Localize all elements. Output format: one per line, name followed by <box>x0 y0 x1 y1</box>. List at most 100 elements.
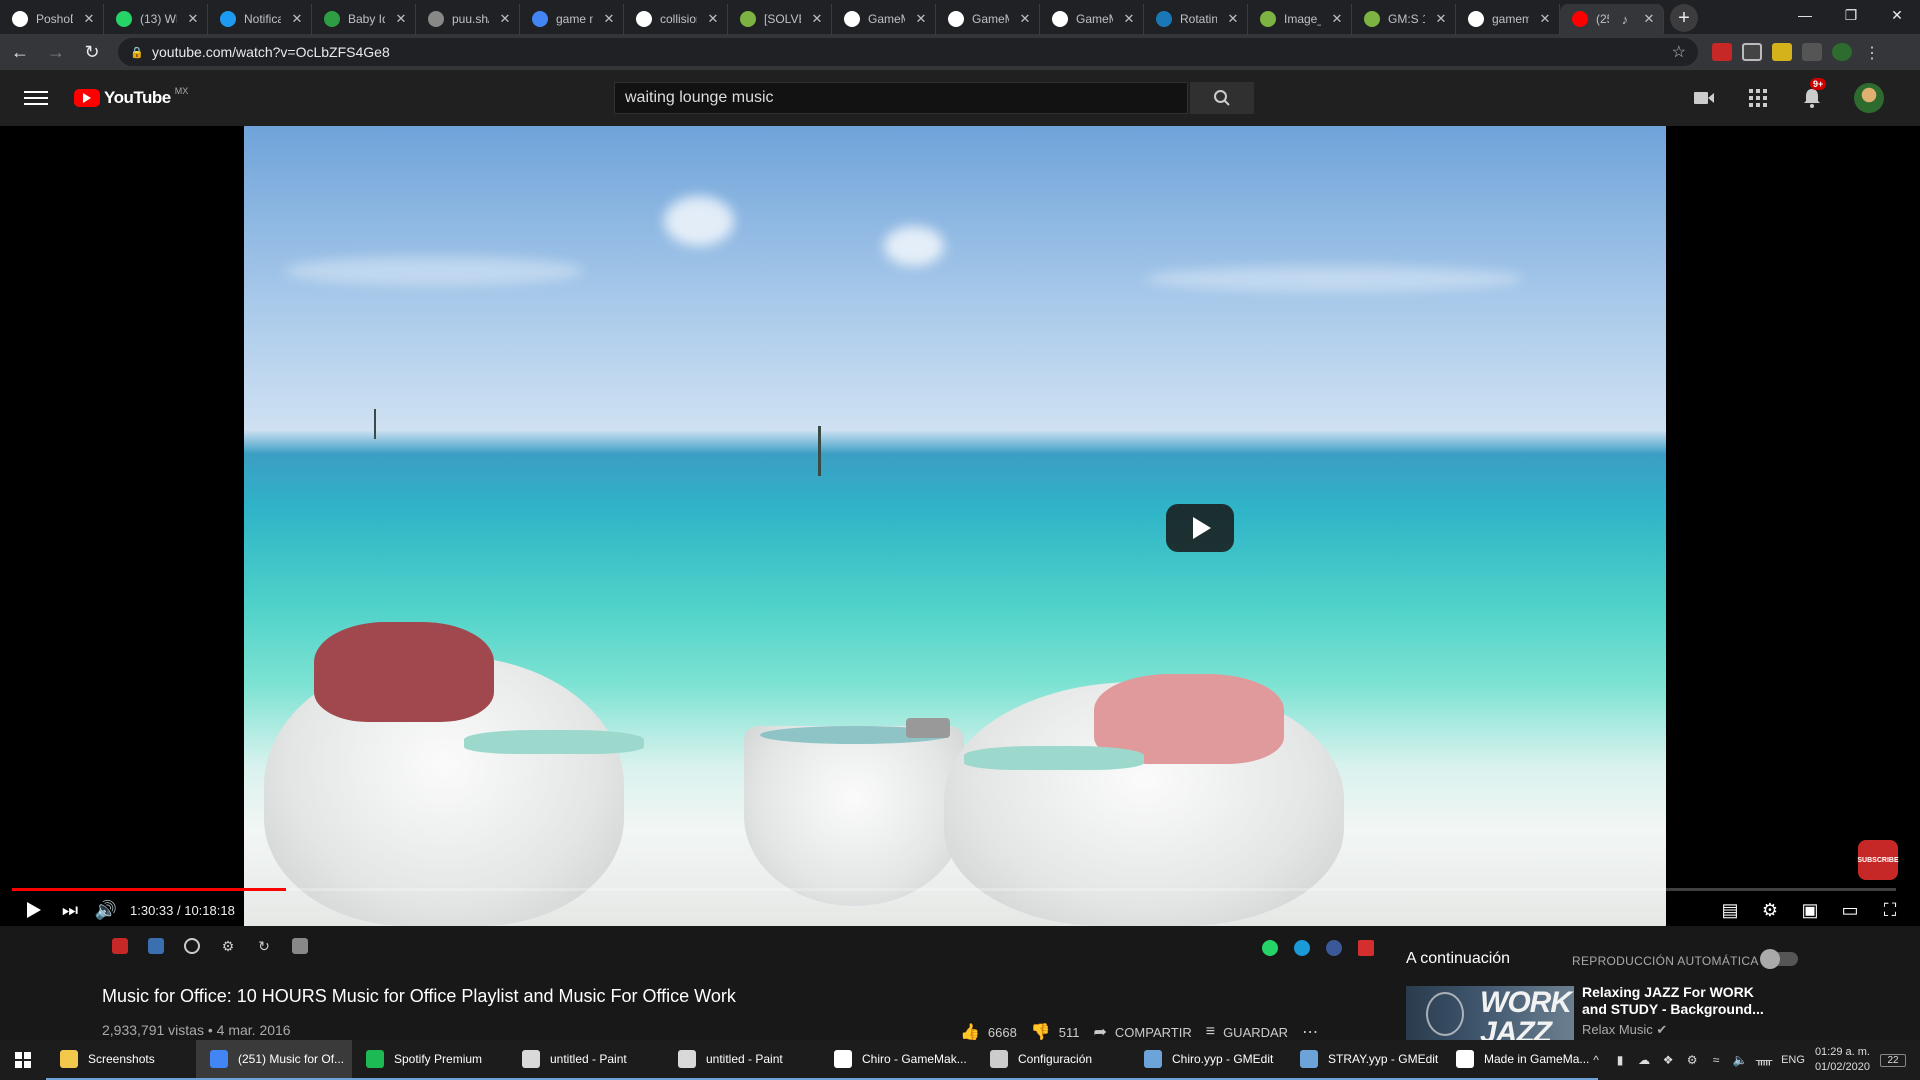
taskbar-item[interactable]: (251) Music for Of... <box>196 1040 352 1080</box>
browser-tab[interactable]: puu.sh/ ✕ <box>416 4 520 34</box>
tab-audio-icon[interactable]: ♪ <box>1617 12 1633 27</box>
progress-bar[interactable] <box>12 888 1896 891</box>
facebook-share-icon[interactable] <box>1326 940 1342 956</box>
settings-hd-icon[interactable]: ⚙ <box>1752 894 1788 926</box>
next-video-icon[interactable]: ⏭ <box>52 894 88 926</box>
subscribe-watermark[interactable]: SUBSCRIBE <box>1857 840 1899 880</box>
skype-share-icon[interactable] <box>1294 940 1310 956</box>
taskbar-item[interactable]: Screenshots <box>46 1040 196 1080</box>
rss-icon[interactable] <box>148 938 164 954</box>
show-hidden-icons-icon[interactable]: ^ <box>1589 1053 1603 1067</box>
clock[interactable]: 01:29 a. m. 01/02/2020 <box>1815 1045 1870 1075</box>
video-frame[interactable] <box>244 126 1666 926</box>
new-tab-button[interactable]: + <box>1670 4 1698 32</box>
taskbar-item[interactable]: Spotify Premium <box>352 1040 508 1080</box>
input-language[interactable]: ENG <box>1781 1054 1805 1066</box>
browser-tab[interactable]: [SOLVE] ✕ <box>728 4 832 34</box>
miniplayer-icon[interactable]: ▣ <box>1792 894 1828 926</box>
browser-tab[interactable]: GameM ✕ <box>1040 4 1144 34</box>
volume-icon[interactable]: 🔊 <box>88 894 124 926</box>
tab-close-icon[interactable]: ✕ <box>1433 11 1449 27</box>
more-actions-button[interactable]: ⋯ <box>1302 1022 1318 1042</box>
pocket-extension-icon[interactable] <box>1742 43 1762 61</box>
dislike-button[interactable]: 👎 511 <box>1031 1022 1080 1042</box>
yellow-extension-icon[interactable] <box>1772 43 1792 61</box>
media-control-icon[interactable] <box>1802 43 1822 61</box>
next-video-thumbnail[interactable]: WORK JAZZ <box>1406 986 1574 1040</box>
wifi-icon[interactable]: ≈ <box>1709 1053 1723 1067</box>
bookmark-star-icon[interactable]: ☆ <box>1672 42 1686 62</box>
settings-gear-icon[interactable]: ⚙ <box>220 938 236 954</box>
minimize-icon[interactable]: — <box>1782 0 1828 30</box>
restore-icon[interactable]: ❐ <box>1828 0 1874 30</box>
taskbar-item[interactable]: STRAY.yyp - GMEdit <box>1286 1040 1442 1080</box>
loop-icon[interactable]: ↻ <box>256 938 272 954</box>
browser-tab[interactable]: (25 ♪ ✕ <box>1560 4 1664 34</box>
youtube-logo[interactable]: YouTube MX <box>74 86 188 108</box>
apps-grid-icon[interactable] <box>1746 86 1770 110</box>
create-video-icon[interactable] <box>1692 86 1716 110</box>
tab-close-icon[interactable]: ✕ <box>81 11 97 27</box>
browser-tab[interactable]: GameM ✕ <box>936 4 1040 34</box>
search-input[interactable] <box>614 82 1188 114</box>
taskbar-item[interactable]: Chiro - GameMak... <box>820 1040 976 1080</box>
browser-tab[interactable]: Baby Id ✕ <box>312 4 416 34</box>
search-button[interactable] <box>1190 82 1254 114</box>
taskbar-item[interactable]: untitled - Paint <box>508 1040 664 1080</box>
autoplay-toggle[interactable] <box>1760 949 1798 969</box>
tab-close-icon[interactable]: ✕ <box>497 11 513 27</box>
tab-close-icon[interactable]: ✕ <box>393 11 409 27</box>
tab-close-icon[interactable]: ✕ <box>705 11 721 27</box>
speaker-icon[interactable]: 🔈 <box>1733 1053 1748 1067</box>
browser-menu-icon[interactable]: ⋮ <box>1862 43 1882 62</box>
theater-mode-icon[interactable]: ▭ <box>1832 894 1868 926</box>
browser-tab[interactable]: PoshoD ✕ <box>0 4 104 34</box>
browser-tab[interactable]: Rotatin ✕ <box>1144 4 1248 34</box>
action-center-button[interactable]: 22 <box>1880 1053 1906 1067</box>
url-text[interactable]: youtube.com/watch?v=OcLbZFS4Ge8 <box>152 44 1672 60</box>
menu-icon[interactable] <box>24 91 48 105</box>
cloud-icon[interactable]: ☁ <box>1637 1053 1651 1067</box>
whatsapp-share-icon[interactable] <box>1262 940 1278 956</box>
bluetooth-icon[interactable]: ᚅ <box>1756 1053 1772 1067</box>
tab-close-icon[interactable]: ✕ <box>1225 11 1241 27</box>
browser-tab[interactable]: GM:S 1 ✕ <box>1352 4 1456 34</box>
tab-close-icon[interactable]: ✕ <box>185 11 201 27</box>
taskbar-item[interactable]: untitled - Paint <box>664 1040 820 1080</box>
big-play-button[interactable] <box>1166 504 1234 552</box>
screenshot-camera-icon[interactable] <box>292 938 308 954</box>
tab-close-icon[interactable]: ✕ <box>601 11 617 27</box>
browser-tab[interactable]: (13) Wh ✕ <box>104 4 208 34</box>
user-circle-icon[interactable] <box>184 938 200 954</box>
tab-close-icon[interactable]: ✕ <box>1017 11 1033 27</box>
like-button[interactable]: 👍 6668 <box>960 1022 1017 1042</box>
tab-close-icon[interactable]: ✕ <box>289 11 305 27</box>
browser-tab[interactable]: Notifica ✕ <box>208 4 312 34</box>
browser-tab[interactable]: GameM ✕ <box>832 4 936 34</box>
close-window-icon[interactable]: ✕ <box>1874 0 1920 30</box>
gmail-extension-icon[interactable] <box>1712 43 1732 61</box>
tab-close-icon[interactable]: ✕ <box>913 11 929 27</box>
start-button[interactable] <box>0 1040 46 1080</box>
taskbar-item[interactable]: Chiro.yyp - GMEdit <box>1130 1040 1286 1080</box>
browser-tab[interactable]: Image_ ✕ <box>1248 4 1352 34</box>
subtitles-icon[interactable]: ▤ <box>1712 894 1748 926</box>
account-avatar[interactable] <box>1854 83 1884 113</box>
notifications-bell-icon[interactable]: 9+ <box>1800 78 1827 110</box>
back-icon[interactable]: ← <box>4 36 36 68</box>
share-button[interactable]: ➦ COMPARTIR <box>1094 1022 1192 1042</box>
tab-close-icon[interactable]: ✕ <box>809 11 825 27</box>
browser-tab[interactable]: game m ✕ <box>520 4 624 34</box>
fullscreen-icon[interactable]: ⛶ <box>1872 894 1908 926</box>
battery-icon[interactable]: ▮ <box>1613 1053 1627 1067</box>
reload-icon[interactable]: ↻ <box>76 36 108 68</box>
next-video-title[interactable]: Relaxing JAZZ For WORK and STUDY - Backg… <box>1582 984 1782 1018</box>
taskbar-item[interactable]: Made in GameMa... <box>1442 1040 1598 1080</box>
taskbar-item[interactable]: Configuración <box>976 1040 1130 1080</box>
browser-tab[interactable]: gamem ✕ <box>1456 4 1560 34</box>
video-player[interactable]: SUBSCRIBE ⏭ 🔊 1:30:33 / 10:18:18 ▤ ⚙ ▣ ▭… <box>0 126 1920 926</box>
star-share-icon[interactable] <box>1358 940 1374 956</box>
tab-close-icon[interactable]: ✕ <box>1121 11 1137 27</box>
tab-close-icon[interactable]: ✕ <box>1537 11 1553 27</box>
play-icon[interactable] <box>16 894 52 926</box>
